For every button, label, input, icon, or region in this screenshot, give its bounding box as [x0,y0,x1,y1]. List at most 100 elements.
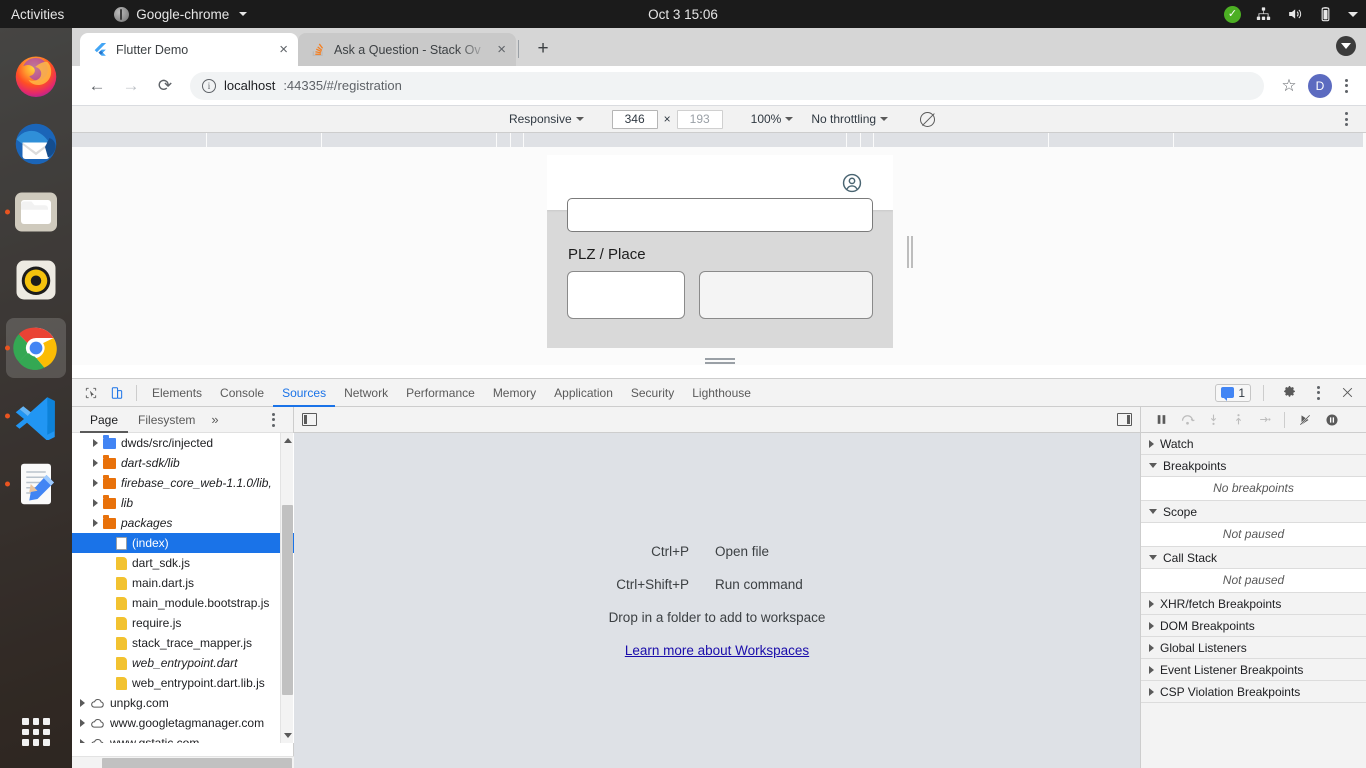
file-tree-item[interactable]: require.js [72,613,294,633]
throttling-select[interactable]: No throttling [805,112,894,126]
deactivate-breakpoints-icon[interactable] [1297,413,1313,427]
tab-flutter-demo[interactable]: Flutter Demo × [80,33,298,66]
expand-arrow-icon[interactable] [93,519,98,527]
dock-item-vscode[interactable] [2,382,70,450]
network-icon[interactable] [1255,6,1272,22]
devtools-tab-network[interactable]: Network [335,379,397,407]
file-tree-item[interactable]: dart_sdk.js [72,553,294,573]
devtools-tab-application[interactable]: Application [545,379,622,407]
pause-script-execution-icon[interactable] [1155,413,1168,426]
debugger-section-header[interactable]: Breakpoints [1141,455,1366,477]
inspect-element-icon[interactable] [78,381,104,405]
file-tree-item[interactable]: packages [72,513,294,533]
file-tree-item[interactable]: dwds/src/injected [72,433,294,453]
file-tree-horizontal-scrollbar[interactable] [72,756,294,768]
step-into-next-function-call-icon[interactable] [1207,412,1220,427]
toggle-navigator-sidebar-icon[interactable] [302,413,317,426]
toggle-debugger-sidebar-icon[interactable] [1117,413,1132,426]
step-out-of-current-function-icon[interactable] [1232,412,1245,427]
scrollbar-thumb[interactable] [102,758,292,768]
chrome-menu-button[interactable] [1336,78,1356,93]
expand-arrow-icon[interactable] [93,459,98,467]
debugger-section-header[interactable]: Global Listeners [1141,637,1366,659]
scrollbar-thumb[interactable] [282,505,293,695]
back-button[interactable]: ← [82,71,112,101]
file-tree-item[interactable]: lib [72,493,294,513]
debugger-section-header[interactable]: Event Listener Breakpoints [1141,659,1366,681]
learn-more-workspaces-link[interactable]: Learn more about Workspaces [625,643,809,658]
dock-item-files[interactable] [2,178,70,246]
debugger-section-header[interactable]: CSP Violation Breakpoints [1141,681,1366,703]
debugger-section-header[interactable]: Call Stack [1141,547,1366,569]
volume-icon[interactable] [1286,6,1303,22]
tab-stack-overflow[interactable]: Ask a Question - Stack Ov × [298,33,516,66]
devtools-tab-elements[interactable]: Elements [143,379,211,407]
account-circle-icon[interactable] [841,172,863,194]
devtools-tab-console[interactable]: Console [211,379,273,407]
file-tree[interactable]: dwds/src/injected dart-sdk/lib firebase_co… [72,433,294,743]
expand-arrow-icon[interactable] [93,499,98,507]
expand-arrow-icon[interactable] [80,739,85,743]
file-tree-item[interactable]: dart-sdk/lib [72,453,294,473]
system-menu-chevron-icon[interactable] [1348,11,1358,17]
profile-avatar[interactable]: D [1308,73,1332,98]
settings-gear-icon[interactable] [1276,381,1302,405]
step-icon[interactable] [1257,413,1272,426]
step-over-next-function-call-icon[interactable] [1180,412,1195,427]
pause-on-exceptions-icon[interactable] [1325,413,1339,427]
dock-item-thunderbird[interactable] [2,110,70,178]
viewport-height-input[interactable]: 193 [676,109,723,129]
shield-check-icon[interactable]: ✓ [1224,5,1241,23]
expand-arrow-icon[interactable] [93,439,98,447]
activities-button[interactable]: Activities [11,7,64,22]
file-tree-vertical-scrollbar[interactable] [280,433,293,743]
debugger-section-header[interactable]: XHR/fetch Breakpoints [1141,593,1366,615]
file-tree-item[interactable]: web_entrypoint.dart.lib.js [72,673,294,693]
tab-close-icon[interactable]: × [497,42,506,57]
console-message-count-badge[interactable]: 1 [1215,383,1251,402]
place-input[interactable] [699,271,873,319]
file-tree-item[interactable]: firebase_core_web-1.1.0/lib, [72,473,294,493]
debugger-section-header[interactable]: Scope [1141,501,1366,523]
expand-arrow-icon[interactable] [80,719,85,727]
dock-item-firefox[interactable] [2,42,70,110]
scroll-down-arrow-icon[interactable] [284,733,292,738]
expand-arrow-icon[interactable] [93,479,98,487]
debugger-section-header[interactable]: DOM Breakpoints [1141,615,1366,637]
bookmark-star-icon[interactable]: ☆ [1274,71,1304,101]
navigator-tab-filesystem[interactable]: Filesystem [128,407,205,433]
file-tree-item[interactable]: (index) [72,533,294,553]
reload-button[interactable]: ⟳ [150,71,180,101]
device-toolbar-menu-button[interactable] [1336,112,1356,126]
battery-icon[interactable] [1317,6,1334,22]
app-menu-button[interactable]: Google-chrome [114,6,248,22]
devtools-tab-sources[interactable]: Sources [273,379,335,407]
file-tree-item[interactable]: www.googletagmanager.com [72,713,294,733]
scroll-up-arrow-icon[interactable] [284,438,292,443]
more-tabs-icon[interactable]: » [205,412,224,427]
navigator-menu-button[interactable] [263,412,283,427]
file-tree-item[interactable]: main_module.bootstrap.js [72,593,294,613]
tab-close-icon[interactable]: × [279,42,288,57]
zoom-select[interactable]: 100% [745,112,800,126]
window-menu-button[interactable] [1336,36,1356,56]
file-tree-item[interactable]: stack_trace_mapper.js [72,633,294,653]
plz-input[interactable] [567,271,685,319]
dock-item-google-chrome[interactable] [2,314,70,382]
site-info-icon[interactable]: i [202,78,216,93]
toggle-device-toolbar-icon[interactable] [104,381,130,405]
debugger-section-header[interactable]: Watch [1141,433,1366,455]
devtools-tab-security[interactable]: Security [622,379,683,407]
devtools-tab-memory[interactable]: Memory [484,379,545,407]
viewport-resize-handle-bottom[interactable] [547,352,893,365]
file-tree-item[interactable]: main.dart.js [72,573,294,593]
device-select[interactable]: Responsive [503,112,590,126]
previous-text-field[interactable] [567,198,873,232]
forward-button[interactable]: → [116,71,146,101]
navigator-tab-page[interactable]: Page [80,407,128,433]
devtools-tab-performance[interactable]: Performance [397,379,484,407]
close-devtools-icon[interactable] [1334,381,1360,405]
viewport-ruler[interactable] [72,133,1366,153]
file-tree-item[interactable]: unpkg.com [72,693,294,713]
new-tab-button[interactable]: + [529,35,557,63]
